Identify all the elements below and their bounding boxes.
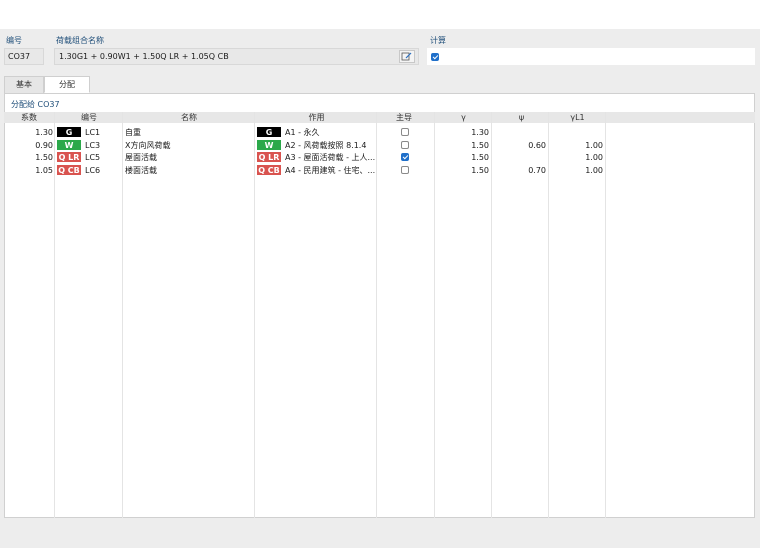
row-name: 自重 — [125, 128, 141, 137]
row-lc: LC3 — [85, 141, 101, 150]
edit-icon[interactable] — [399, 50, 415, 63]
table-row[interactable]: 0.90 W LC3 X方向风荷载 W A2 - 风荷载按照 8.1.4 1.5… — [4, 140, 755, 152]
row-psi: 0.60 — [528, 141, 546, 150]
id-field[interactable]: CO37 — [4, 48, 44, 65]
action-badge: G — [257, 127, 281, 137]
leading-checkbox[interactable] — [401, 141, 409, 149]
load-type-badge: Q CB — [57, 165, 81, 175]
leading-checkbox[interactable] — [401, 153, 409, 161]
row-name: 楼面活载 — [125, 166, 157, 175]
name-label: 荷载组合名称 — [56, 36, 104, 45]
tab-assignment[interactable]: 分配 — [44, 76, 90, 93]
row-gamma: 1.50 — [471, 141, 489, 150]
table-row[interactable]: 1.05 Q CB LC6 楼面活载 Q CB A4 - 民用建筑 - 住宅、.… — [4, 165, 755, 177]
row-action: A3 - 屋面活荷载 - 上人... — [285, 153, 376, 162]
row-lc: LC6 — [85, 166, 101, 175]
calc-checkbox[interactable] — [431, 53, 439, 61]
row-factor: 0.90 — [35, 141, 53, 150]
table-row[interactable]: 1.50 Q LR LC5 屋面活载 Q LR A3 - 屋面活荷载 - 上人.… — [4, 152, 755, 164]
row-psi: 0.70 — [528, 166, 546, 175]
load-type-badge: G — [57, 127, 81, 137]
row-factor: 1.05 — [35, 166, 53, 175]
action-badge: Q LR — [257, 152, 281, 162]
load-type-badge: Q LR — [57, 152, 81, 162]
calc-label: 计算 — [430, 36, 446, 45]
action-badge: W — [257, 140, 281, 150]
id-label: 编号 — [6, 36, 22, 45]
name-value: 1.30G1 + 0.90W1 + 1.50Q LR + 1.05Q CB — [59, 52, 229, 61]
leading-checkbox[interactable] — [401, 128, 409, 136]
row-gamma-l1: 1.00 — [585, 166, 603, 175]
row-gamma: 1.50 — [471, 153, 489, 162]
section-title: 分配给 CO37 — [11, 100, 60, 109]
id-value: CO37 — [8, 52, 31, 61]
row-name: X方向风荷载 — [125, 141, 171, 150]
row-gamma: 1.50 — [471, 166, 489, 175]
calc-area — [427, 48, 755, 65]
row-lc: LC5 — [85, 153, 101, 162]
row-name: 屋面活载 — [125, 153, 157, 162]
row-lc: LC1 — [85, 128, 101, 137]
table-row[interactable]: 1.30 G LC1 自重 G A1 - 永久 1.30 — [4, 127, 755, 139]
row-gamma-l1: 1.00 — [585, 153, 603, 162]
load-type-badge: W — [57, 140, 81, 150]
row-factor: 1.30 — [35, 128, 53, 137]
row-action: A2 - 风荷载按照 8.1.4 — [285, 141, 367, 150]
row-gamma-l1: 1.00 — [585, 141, 603, 150]
row-action: A4 - 民用建筑 - 住宅、... — [285, 166, 376, 175]
row-action: A1 - 永久 — [285, 128, 320, 137]
row-factor: 1.50 — [35, 153, 53, 162]
name-field[interactable]: 1.30G1 + 0.90W1 + 1.50Q LR + 1.05Q CB — [54, 48, 419, 65]
row-gamma: 1.30 — [471, 128, 489, 137]
leading-checkbox[interactable] — [401, 166, 409, 174]
tab-basic[interactable]: 基本 — [4, 76, 44, 93]
action-badge: Q CB — [257, 165, 281, 175]
